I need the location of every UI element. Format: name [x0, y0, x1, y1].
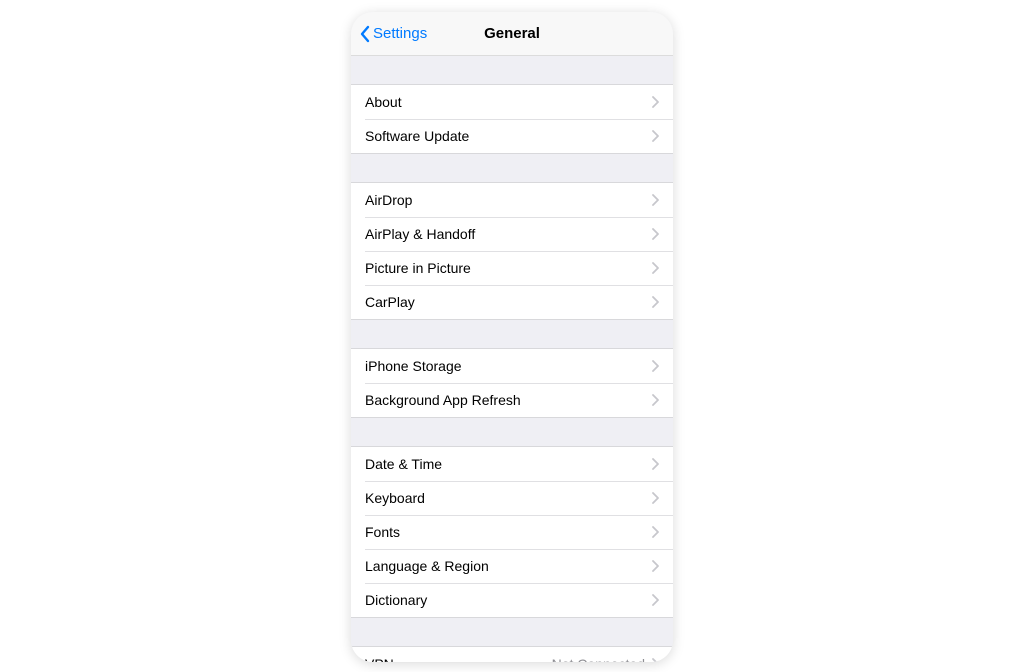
settings-row-dictionary[interactable]: Dictionary [351, 583, 673, 617]
settings-group: About Software Update [351, 84, 673, 154]
row-label: Date & Time [365, 457, 651, 471]
settings-group: VPNNot Connected [351, 646, 673, 662]
row-label: CarPlay [365, 295, 651, 309]
row-label: Software Update [365, 129, 651, 143]
chevron-right-icon [651, 594, 659, 606]
row-label: Picture in Picture [365, 261, 651, 275]
chevron-right-icon [651, 560, 659, 572]
settings-row-vpn[interactable]: VPNNot Connected [351, 647, 673, 662]
row-label: Keyboard [365, 491, 651, 505]
chevron-right-icon [651, 658, 659, 662]
settings-row-about[interactable]: About [351, 85, 673, 119]
row-label: Language & Region [365, 559, 651, 573]
chevron-right-icon [651, 194, 659, 206]
settings-row-background-app-refresh[interactable]: Background App Refresh [351, 383, 673, 417]
row-label: AirPlay & Handoff [365, 227, 651, 241]
settings-group: iPhone Storage Background App Refresh [351, 348, 673, 418]
row-label: iPhone Storage [365, 359, 651, 373]
settings-content: About Software Update AirDrop AirPlay & Han… [351, 56, 673, 662]
device-frame: Settings General About Software Update Air… [351, 12, 673, 662]
back-button[interactable]: Settings [359, 24, 427, 44]
back-label: Settings [373, 25, 427, 42]
settings-group: Date & Time Keyboard Fonts Language & Regio… [351, 446, 673, 618]
settings-row-picture-in-picture[interactable]: Picture in Picture [351, 251, 673, 285]
settings-row-software-update[interactable]: Software Update [351, 119, 673, 153]
row-label: Fonts [365, 525, 651, 539]
settings-row-fonts[interactable]: Fonts [351, 515, 673, 549]
chevron-right-icon [651, 526, 659, 538]
settings-group: AirDrop AirPlay & Handoff Picture in Pictu… [351, 182, 673, 320]
chevron-right-icon [651, 130, 659, 142]
settings-row-airdrop[interactable]: AirDrop [351, 183, 673, 217]
chevron-right-icon [651, 262, 659, 274]
chevron-right-icon [651, 296, 659, 308]
section-spacer [351, 320, 673, 348]
row-label: Background App Refresh [365, 393, 651, 407]
settings-row-date-time[interactable]: Date & Time [351, 447, 673, 481]
nav-bar: Settings General [351, 12, 673, 56]
row-label: VPN [365, 657, 552, 662]
settings-row-keyboard[interactable]: Keyboard [351, 481, 673, 515]
settings-row-iphone-storage[interactable]: iPhone Storage [351, 349, 673, 383]
settings-row-airplay-handoff[interactable]: AirPlay & Handoff [351, 217, 673, 251]
settings-row-language-region[interactable]: Language & Region [351, 549, 673, 583]
chevron-right-icon [651, 228, 659, 240]
row-label: Dictionary [365, 593, 651, 607]
chevron-right-icon [651, 492, 659, 504]
section-spacer [351, 154, 673, 182]
chevron-left-icon [359, 24, 371, 44]
row-label: AirDrop [365, 193, 651, 207]
section-spacer [351, 418, 673, 446]
section-spacer [351, 56, 673, 84]
chevron-right-icon [651, 360, 659, 372]
chevron-right-icon [651, 458, 659, 470]
chevron-right-icon [651, 394, 659, 406]
row-label: About [365, 95, 651, 109]
settings-row-carplay[interactable]: CarPlay [351, 285, 673, 319]
section-spacer [351, 618, 673, 646]
row-detail: Not Connected [552, 657, 645, 662]
chevron-right-icon [651, 96, 659, 108]
